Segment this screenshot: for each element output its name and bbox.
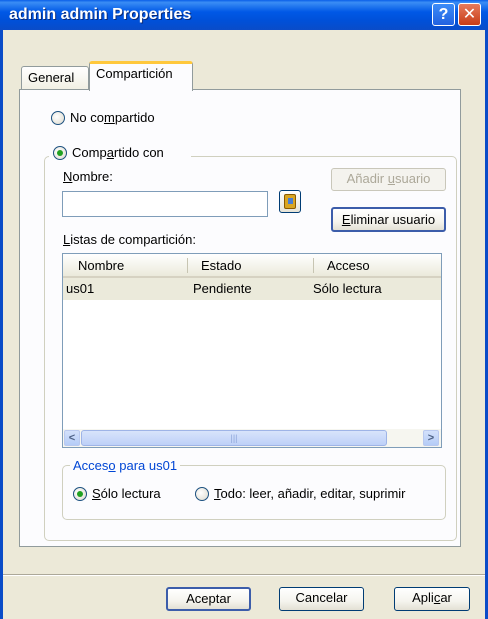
not-shared-label[interactable]: No compartido bbox=[70, 110, 155, 125]
name-input[interactable] bbox=[62, 191, 268, 217]
help-button[interactable]: ? bbox=[432, 3, 455, 26]
address-book-icon bbox=[284, 194, 296, 209]
column-header-estado[interactable]: Estado bbox=[201, 258, 241, 273]
read-only-label[interactable]: Sólo lectura bbox=[92, 486, 161, 501]
full-access-radio[interactable] bbox=[195, 487, 209, 501]
grip-icon: ||| bbox=[230, 433, 238, 443]
remove-user-button[interactable]: Eliminar usuario bbox=[331, 207, 446, 232]
scroll-left-button[interactable]: < bbox=[64, 430, 80, 446]
title-bar[interactable]: admin admin Properties ? ✕ bbox=[0, 0, 488, 30]
address-book-button[interactable] bbox=[279, 190, 301, 213]
window-title: admin admin Properties bbox=[9, 6, 192, 23]
access-group-legend: Acceso para us01 bbox=[70, 458, 181, 473]
table-row[interactable]: us01 Pendiente Sólo lectura bbox=[63, 278, 441, 300]
column-divider[interactable] bbox=[187, 258, 188, 273]
footer-separator bbox=[3, 574, 485, 576]
cell-acceso: Sólo lectura bbox=[313, 281, 382, 296]
shared-with-radio[interactable] bbox=[53, 146, 67, 160]
share-lists-label: Listas de compartición: bbox=[63, 232, 196, 247]
cancel-button[interactable]: Cancelar bbox=[279, 587, 364, 611]
add-user-button[interactable]: Añadir usuario bbox=[331, 168, 446, 191]
apply-button[interactable]: Aplicar bbox=[394, 587, 470, 611]
horizontal-scrollbar[interactable]: < ||| > bbox=[63, 429, 441, 447]
radio-selected-dot bbox=[77, 491, 83, 497]
tab-general-label: General bbox=[28, 70, 75, 85]
scroll-right-button[interactable]: > bbox=[423, 430, 439, 446]
shared-with-label[interactable]: Compartido con bbox=[72, 145, 164, 160]
chevron-right-icon: > bbox=[427, 432, 435, 444]
name-label: Nombre: bbox=[63, 169, 113, 184]
help-icon: ? bbox=[438, 6, 449, 23]
column-header-acceso[interactable]: Acceso bbox=[327, 258, 370, 273]
close-button[interactable]: ✕ bbox=[458, 3, 481, 26]
column-header-nombre[interactable]: Nombre bbox=[78, 258, 124, 273]
tab-comparticion-label: Compartición bbox=[96, 66, 173, 81]
tab-general[interactable]: General bbox=[21, 66, 89, 90]
share-list[interactable]: Nombre Estado Acceso us01 Pendiente Sólo… bbox=[62, 253, 442, 448]
cell-estado: Pendiente bbox=[193, 281, 252, 296]
read-only-radio[interactable] bbox=[73, 487, 87, 501]
not-shared-radio[interactable] bbox=[51, 111, 65, 125]
tab-comparticion[interactable]: Compartición bbox=[89, 61, 193, 91]
cell-nombre: us01 bbox=[66, 281, 95, 296]
full-access-label[interactable]: Todo: leer, añadir, editar, suprimir bbox=[214, 486, 406, 501]
close-icon: ✕ bbox=[462, 6, 477, 23]
scroll-thumb[interactable]: ||| bbox=[81, 430, 387, 446]
radio-selected-dot bbox=[57, 150, 63, 156]
chevron-left-icon: < bbox=[68, 432, 76, 444]
column-divider[interactable] bbox=[313, 258, 314, 273]
list-header: Nombre Estado Acceso bbox=[63, 254, 441, 278]
ok-button[interactable]: Aceptar bbox=[166, 587, 251, 611]
